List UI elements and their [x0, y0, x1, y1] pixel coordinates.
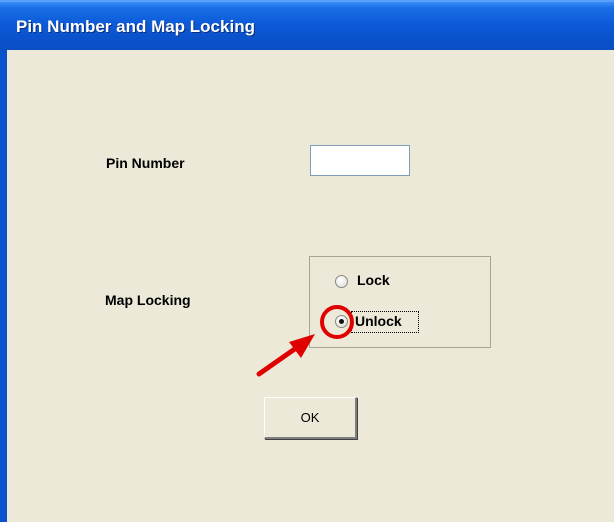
ok-button[interactable]: OK [264, 397, 357, 439]
pin-number-label: Pin Number [106, 155, 185, 171]
map-locking-label: Map Locking [105, 292, 191, 308]
pin-number-input[interactable] [310, 145, 410, 176]
annotation-arrow-icon [256, 334, 315, 377]
lock-radio[interactable] [335, 275, 348, 288]
dialog-window: Pin Number and Map Locking Pin Number Ma… [0, 0, 614, 522]
title-bar[interactable]: Pin Number and Map Locking [0, 0, 614, 50]
highlight-circle [320, 305, 354, 339]
window-frame-left [0, 50, 7, 522]
unlock-radio-label[interactable]: Unlock [355, 313, 402, 329]
lock-radio-label[interactable]: Lock [357, 272, 390, 288]
window-title: Pin Number and Map Locking [16, 17, 255, 36]
